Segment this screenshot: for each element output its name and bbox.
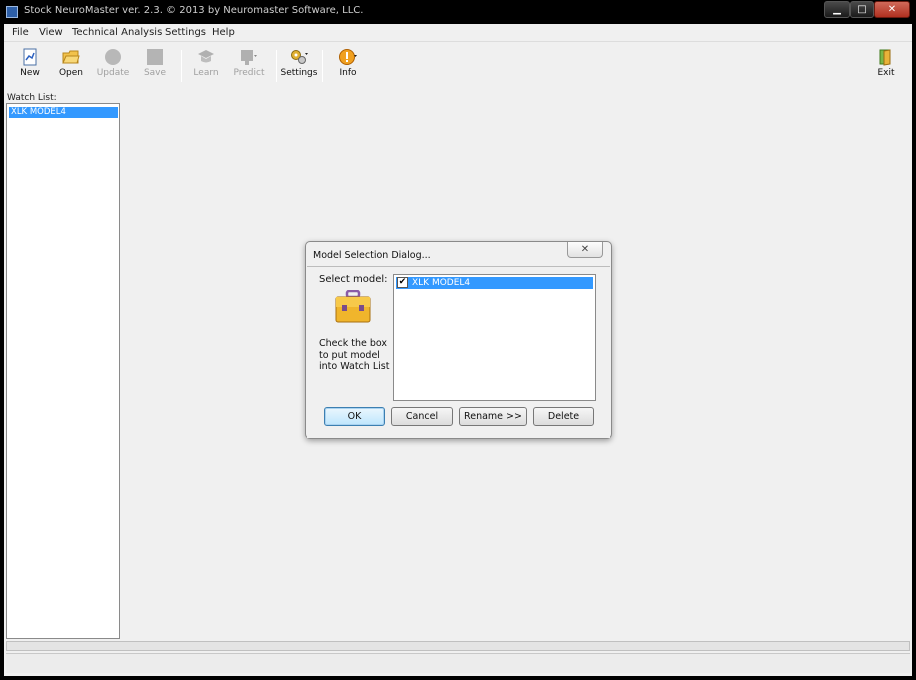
info-button[interactable]: Info — [325, 46, 371, 84]
open-label: Open — [58, 68, 84, 78]
save-button[interactable]: Save — [132, 46, 178, 84]
save-label: Save — [143, 68, 167, 78]
maximize-button[interactable]: □ — [850, 1, 874, 18]
app-window: Stock NeuroMaster ver. 2.3. © 2013 by Ne… — [0, 0, 916, 680]
update-icon — [105, 49, 121, 65]
dialog-hint: Check the box to put model into Watch Li… — [319, 338, 390, 372]
model-selection-dialog: Model Selection Dialog... ✕ Select model… — [305, 241, 612, 439]
gears-icon — [291, 50, 308, 64]
model-checkbox[interactable]: ✔ — [397, 277, 408, 288]
ok-button[interactable]: OK — [324, 407, 385, 426]
save-icon — [147, 49, 163, 65]
dialog-body: Select model: Check the box to put model… — [307, 266, 610, 438]
cancel-button[interactable]: Cancel — [391, 407, 453, 426]
minimize-button[interactable]: ▁ — [824, 1, 850, 18]
briefcase-icon — [335, 290, 371, 323]
model-list-item[interactable]: ✔ XLK MODEL4 — [396, 277, 593, 289]
info-icon — [339, 49, 357, 65]
watch-list[interactable]: XLK MODEL4 — [6, 103, 120, 639]
update-label: Update — [96, 68, 130, 78]
update-button[interactable]: Update — [90, 46, 136, 84]
new-button[interactable]: New — [7, 46, 53, 84]
model-list[interactable]: ✔ XLK MODEL4 — [393, 274, 596, 401]
menu-file[interactable]: File — [12, 27, 29, 38]
learn-button[interactable]: Learn — [183, 46, 229, 84]
title-bar[interactable]: Stock NeuroMaster ver. 2.3. © 2013 by Ne… — [0, 0, 916, 24]
learn-label: Learn — [193, 68, 219, 78]
toolbar-separator — [181, 50, 182, 82]
delete-button[interactable]: Delete — [533, 407, 594, 426]
menu-technical-analysis[interactable]: Technical Analysis — [72, 27, 162, 38]
watch-list-label: Watch List: — [7, 93, 57, 103]
close-button[interactable]: ✕ — [874, 1, 910, 18]
dialog-close-button[interactable]: ✕ — [567, 242, 603, 258]
open-folder-icon — [62, 50, 80, 64]
horizontal-scrollbar[interactable] — [6, 641, 910, 651]
exit-door-icon — [879, 49, 891, 66]
open-button[interactable]: Open — [48, 46, 94, 84]
model-name: XLK MODEL4 — [412, 278, 471, 288]
predict-label: Predict — [233, 68, 265, 78]
exit-label: Exit — [877, 68, 895, 78]
toolbar: New Open Update Save Learn Predict Setti… — [4, 42, 912, 86]
menu-settings[interactable]: Settings — [165, 27, 206, 38]
info-label: Info — [339, 68, 357, 78]
menu-bar: File View Technical Analysis Settings He… — [4, 24, 912, 42]
new-file-icon — [23, 48, 37, 66]
window-title: Stock NeuroMaster ver. 2.3. © 2013 by Ne… — [24, 5, 364, 16]
settings-label: Settings — [280, 68, 318, 78]
graduation-cap-icon — [198, 50, 214, 63]
predict-icon — [241, 50, 257, 65]
watch-list-item[interactable]: XLK MODEL4 — [9, 107, 118, 118]
dialog-title: Model Selection Dialog... — [313, 250, 431, 261]
toolbar-separator — [322, 50, 323, 82]
new-label: New — [20, 68, 40, 78]
exit-button[interactable]: Exit — [863, 46, 909, 84]
menu-help[interactable]: Help — [212, 27, 235, 38]
status-bar — [6, 653, 910, 673]
settings-button[interactable]: Settings — [276, 46, 322, 84]
predict-button[interactable]: Predict — [226, 46, 272, 84]
menu-view[interactable]: View — [39, 27, 63, 38]
select-model-label: Select model: — [319, 274, 388, 285]
app-icon — [6, 6, 18, 18]
rename-button[interactable]: Rename >> — [459, 407, 527, 426]
